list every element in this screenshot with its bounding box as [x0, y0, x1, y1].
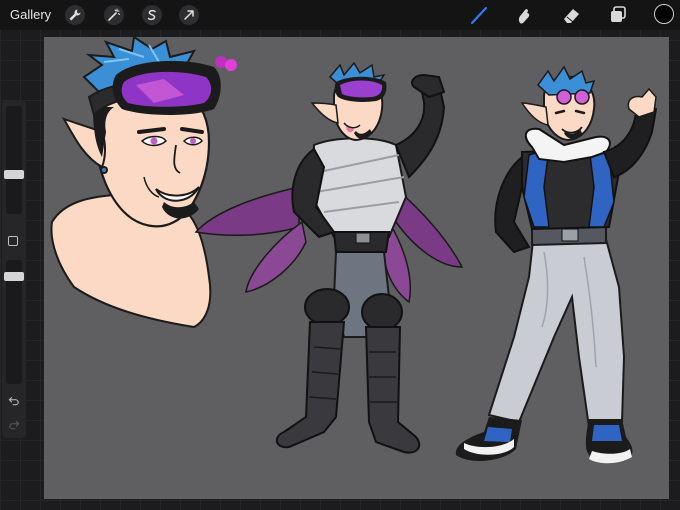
wrench-icon — [69, 9, 81, 21]
selection-s-icon — [147, 9, 156, 21]
smudge-icon — [518, 9, 530, 24]
layers-button[interactable] — [606, 3, 630, 27]
paint-tool-button[interactable] — [468, 3, 492, 27]
redo-button[interactable] — [6, 418, 22, 432]
layers-icon — [611, 6, 626, 22]
actions-button[interactable] — [65, 5, 85, 25]
top-toolbar: Gallery — [0, 0, 680, 30]
opacity-slider[interactable] — [4, 260, 24, 384]
eraser-icon — [564, 9, 579, 23]
brush-size-slider[interactable] — [4, 106, 24, 214]
smudge-tool-button[interactable] — [511, 3, 535, 27]
undo-button[interactable] — [6, 394, 22, 408]
redo-icon — [9, 421, 20, 430]
casual-figure — [455, 65, 658, 464]
character-artwork — [50, 37, 658, 464]
selection-button[interactable] — [142, 5, 162, 25]
color-dot — [225, 59, 237, 71]
undo-icon — [8, 397, 19, 406]
current-color-swatch[interactable] — [654, 4, 674, 24]
armored-figure — [194, 61, 464, 454]
transform-button[interactable] — [179, 5, 199, 25]
brush-icon — [470, 6, 488, 25]
modify-button[interactable] — [8, 236, 18, 246]
magic-wand-icon — [108, 8, 120, 21]
brush-size-thumb[interactable] — [4, 170, 24, 179]
portrait-head — [50, 37, 221, 329]
opacity-thumb[interactable] — [4, 272, 24, 281]
arrow-cursor-icon — [184, 10, 194, 20]
drawing-canvas[interactable] — [44, 37, 669, 499]
eraser-tool-button[interactable] — [559, 3, 583, 27]
left-sidebar — [2, 100, 26, 438]
gallery-button[interactable]: Gallery — [10, 7, 51, 22]
adjustments-button[interactable] — [104, 5, 124, 25]
